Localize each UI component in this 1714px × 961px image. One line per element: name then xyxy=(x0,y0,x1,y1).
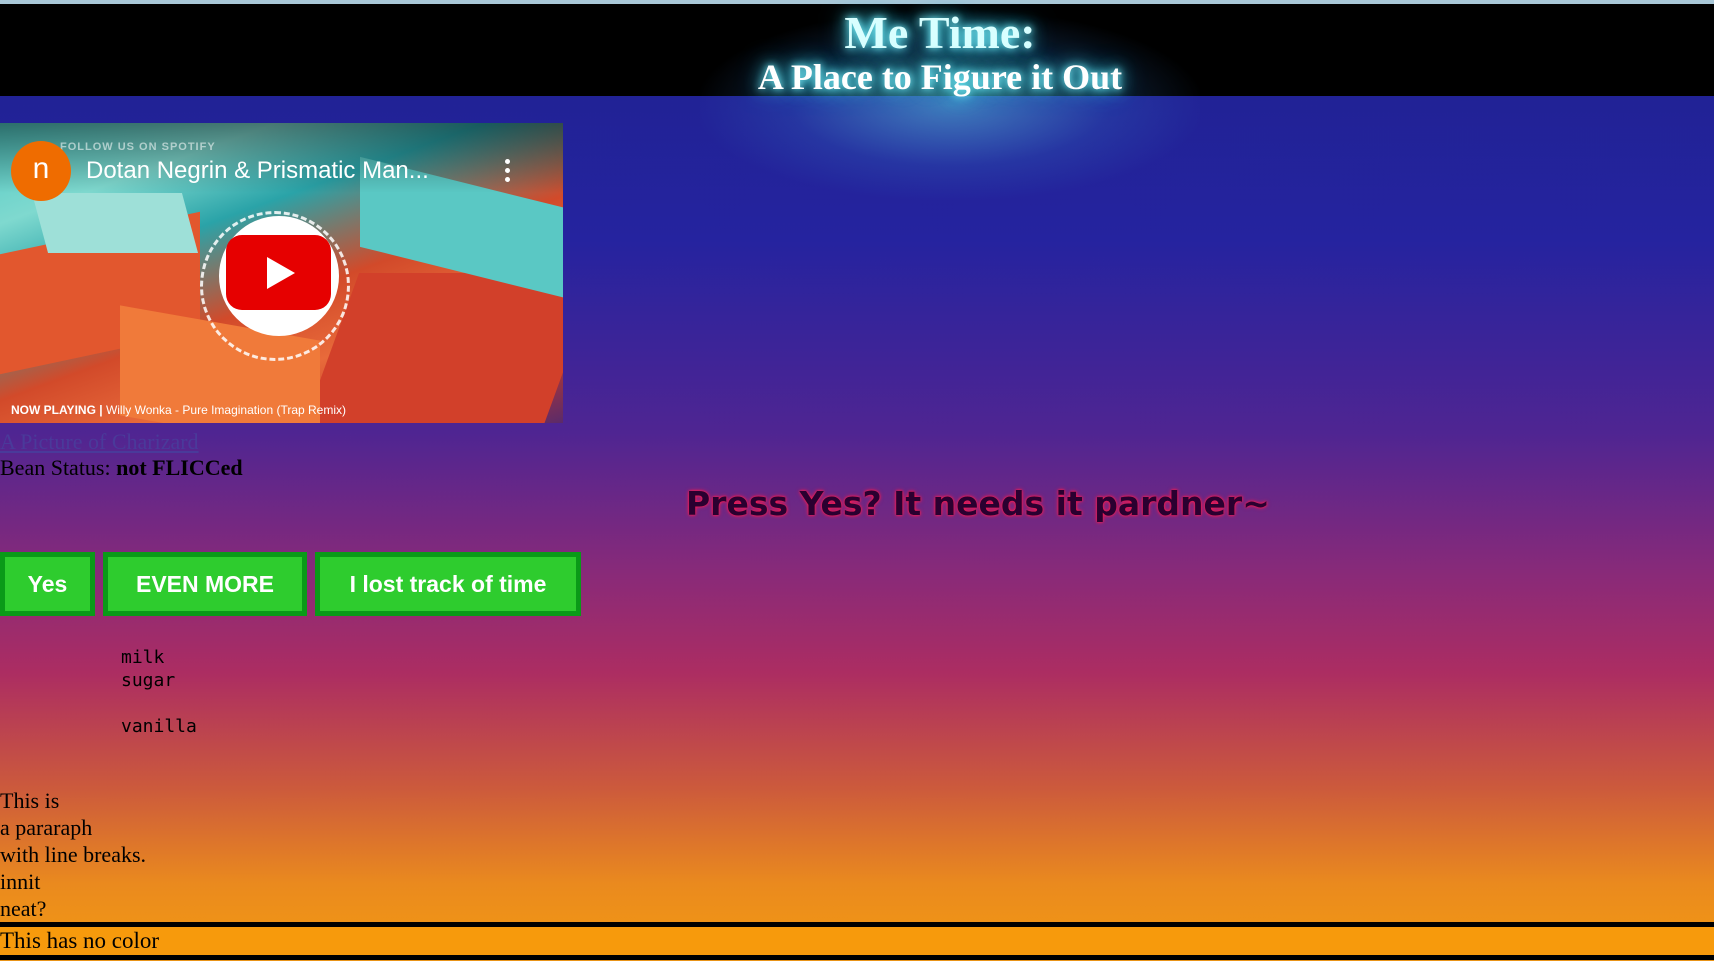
now-playing-caption: NOW PLAYING | Willy Wonka - Pure Imagina… xyxy=(11,403,346,417)
line-break-paragraph: This is a pararaph with line breaks. inn… xyxy=(0,787,146,922)
bean-status: Bean Status: not FLICCed xyxy=(0,455,243,481)
list-item: vanilla xyxy=(121,716,197,737)
spotify-watermark: FOLLOW US ON SPOTIFY xyxy=(60,141,216,153)
footer-text: This has no color xyxy=(0,928,160,953)
video-title[interactable]: Dotan Negrin & Prismatic Man... xyxy=(86,157,429,185)
play-icon[interactable] xyxy=(267,257,295,289)
press-yes-prompt: Press Yes? It needs it pardner~ xyxy=(686,484,1270,523)
youtube-embed[interactable]: FOLLOW US ON SPOTIFY n Dotan Negrin & Pr… xyxy=(0,123,563,423)
ingredient-list: milk sugar vanilla xyxy=(121,646,197,738)
list-item: sugar xyxy=(121,670,176,691)
paragraph-line: with line breaks. xyxy=(0,842,147,867)
list-item-blank xyxy=(121,692,197,715)
paragraph-line: neat? xyxy=(0,896,47,921)
paragraph-line: a pararaph xyxy=(0,815,93,840)
channel-avatar[interactable]: n xyxy=(11,141,71,201)
bean-status-label: Bean Status: xyxy=(0,455,111,480)
even-more-button[interactable]: EVEN MORE xyxy=(103,552,307,616)
charizard-link[interactable]: A Picture of Charizard xyxy=(0,429,199,455)
page-subtitle: A Place to Figure it Out xyxy=(757,57,1123,97)
now-playing-track: Willy Wonka - Pure Imagination (Trap Rem… xyxy=(105,403,347,417)
paragraph-line: This is xyxy=(0,788,60,813)
page-title: Me Time: xyxy=(844,7,1036,58)
video-thumbnail-shard xyxy=(31,193,199,253)
paragraph-line: innit xyxy=(0,869,41,894)
lost-track-button[interactable]: I lost track of time xyxy=(315,552,581,616)
footer-bar: This has no color xyxy=(0,922,1714,960)
more-options-icon[interactable] xyxy=(498,159,516,189)
bean-status-value: not FLICCed xyxy=(116,455,243,480)
now-playing-label: NOW PLAYING | xyxy=(11,403,103,417)
yes-button[interactable]: Yes xyxy=(0,552,95,616)
list-item: milk xyxy=(121,647,165,668)
